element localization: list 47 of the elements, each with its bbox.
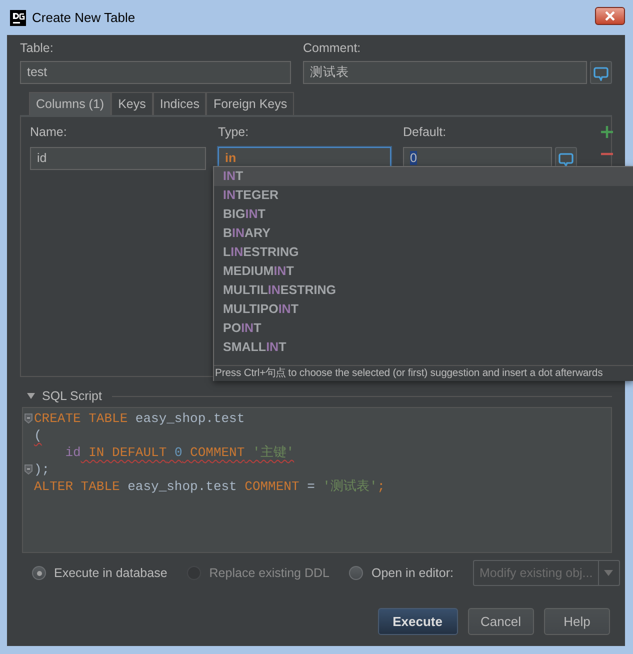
app-logo-icon: [10, 10, 26, 26]
close-icon: [604, 10, 616, 20]
window-title: Create New Table: [32, 10, 136, 25]
completion-item[interactable]: MULTIPOINT: [214, 300, 633, 319]
completion-item[interactable]: BINARY: [214, 224, 633, 243]
completion-item[interactable]: BIGINT: [214, 205, 633, 224]
radio-label: Replace existing DDL: [209, 566, 330, 580]
tab[interactable]: Foreign Keys: [206, 92, 294, 115]
completion-item[interactable]: INT: [214, 167, 633, 186]
column-name-field[interactable]: id: [30, 147, 206, 170]
code-line: );: [34, 461, 50, 478]
dropdown-arrow-icon: [604, 570, 614, 576]
close-button[interactable]: [595, 6, 625, 24]
completion-item[interactable]: MEDIUMINT: [214, 262, 633, 281]
dialog-button[interactable]: Help: [544, 608, 610, 635]
collapse-triangle-icon[interactable]: [26, 392, 36, 400]
completion-item[interactable]: MULTILINESTRING: [214, 281, 633, 300]
speech-bubble-icon: [593, 64, 609, 80]
field-label: Type:: [218, 125, 250, 139]
code-line: (: [34, 427, 42, 444]
completion-item[interactable]: SMALLINT: [214, 338, 633, 357]
completion-item[interactable]: POINT: [214, 319, 633, 338]
section-title: SQL Script: [42, 389, 102, 403]
radio-button[interactable]: [32, 566, 46, 580]
comment-editor-button[interactable]: [590, 61, 612, 84]
radio-label: Execute in database: [54, 566, 168, 580]
radio-button[interactable]: [349, 566, 364, 580]
completion-item[interactable]: LINESTRING: [214, 243, 633, 262]
code-line: ALTER TABLE easy_shop.test COMMENT = '测试表';: [34, 478, 386, 495]
speech-bubble-icon: [558, 150, 574, 166]
tab[interactable]: Columns (1): [29, 92, 112, 115]
table-name-field[interactable]: test: [20, 61, 291, 84]
dialog-button[interactable]: Execute: [378, 608, 458, 635]
completion-hint: Press Ctrl+句点 to choose the selected (or first) suggestion and insert a dot afterwards: [214, 365, 633, 381]
field-label: Table:: [20, 41, 54, 55]
comment-field[interactable]: 测试表: [303, 61, 587, 84]
field-label: Default:: [403, 125, 448, 139]
add-icon[interactable]: [600, 125, 614, 139]
dialog-button[interactable]: Cancel: [468, 608, 534, 635]
radio-label: Open in editor:: [371, 566, 454, 580]
code-line: id IN DEFAULT 0 COMMENT '主键': [64, 444, 294, 461]
tab[interactable]: Indices: [152, 92, 206, 115]
code-line: CREATE TABLE easy_shop.test: [34, 410, 245, 427]
completion-item[interactable]: INTEGER: [214, 186, 633, 205]
tab[interactable]: Keys: [111, 92, 153, 115]
field-label: Comment:: [303, 41, 362, 55]
field-label: Name:: [30, 125, 68, 139]
